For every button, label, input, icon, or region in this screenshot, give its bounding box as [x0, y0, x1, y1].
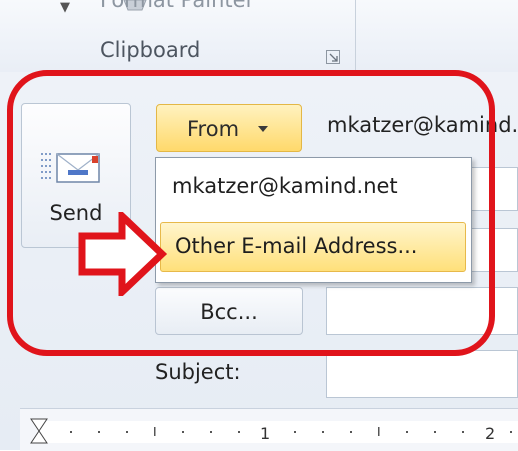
clipboard-group-label: Clipboard	[100, 38, 201, 62]
ribbon: ▼ Format Painter Clipboard	[0, 0, 518, 73]
pointer-arrow-icon	[78, 212, 168, 296]
chevron-down-icon[interactable]: ▼	[60, 0, 70, 15]
ribbon-separator	[355, 0, 356, 72]
ruler: 1 2	[20, 408, 518, 451]
subject-field[interactable]	[326, 350, 518, 398]
ruler-mark-1: 1	[260, 424, 271, 443]
format-painter-button[interactable]: Format Painter	[100, 0, 254, 12]
ruler-mark-2: 2	[485, 424, 496, 443]
subject-label: Subject:	[155, 360, 241, 384]
dialog-launcher-icon[interactable]	[326, 50, 340, 64]
